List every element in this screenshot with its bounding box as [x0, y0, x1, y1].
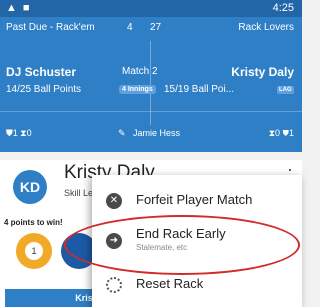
points-to-win: 4 points to win! [4, 218, 63, 227]
left-stats: ⛊1 ⧗0 [6, 128, 32, 138]
forfeit-icon: ✕ [106, 193, 122, 209]
pencil-icon: ✎ [118, 128, 126, 138]
player-left-name: DJ Schuster [6, 65, 77, 79]
team-number-2: 27 [150, 22, 162, 33]
player-left-points: 14/25 Ball Points [6, 84, 82, 95]
warning-icon: ▲ [6, 2, 17, 14]
divider [0, 111, 302, 112]
ball-button[interactable]: 1 [16, 233, 52, 269]
player-right-points: 15/19 Ball Poi... [164, 84, 235, 95]
stats-row: ⛊1 ⧗0 ✎ Jamie Hess ⧗0 ⛊1 [0, 128, 302, 143]
player-right-name: Kristy Daly [231, 65, 294, 79]
team-number-1: 4 [127, 22, 133, 33]
menu-item-label: Reset Rack [136, 276, 204, 291]
match-label: Match 2 [122, 66, 158, 77]
clock: 4:25 [272, 2, 294, 14]
innings-badge: 4 Innings [119, 85, 156, 94]
lag-badge: LAG [277, 86, 294, 94]
square-icon: ■ [22, 2, 30, 14]
reset-icon [106, 277, 122, 293]
highlight-oval [64, 215, 300, 275]
right-stats: ⧗0 ⛊1 [268, 128, 294, 138]
ball-number: 1 [25, 242, 43, 260]
avatar: KD [13, 170, 47, 204]
match-header: Past Due - Rack'em 4 27 Rack Lovers DJ S… [0, 17, 302, 152]
match-status: Past Due - Rack'em [6, 22, 95, 33]
team-name: Rack Lovers [238, 22, 294, 33]
menu-item-label: Forfeit Player Match [136, 192, 253, 207]
referee-name: Jamie Hess [133, 128, 181, 138]
status-icons: ▲ ■ [6, 2, 30, 14]
divider [150, 41, 151, 125]
match-info-row: Past Due - Rack'em 4 27 Rack Lovers [0, 17, 302, 37]
status-bar: ▲ ■ 4:25 [0, 0, 302, 17]
